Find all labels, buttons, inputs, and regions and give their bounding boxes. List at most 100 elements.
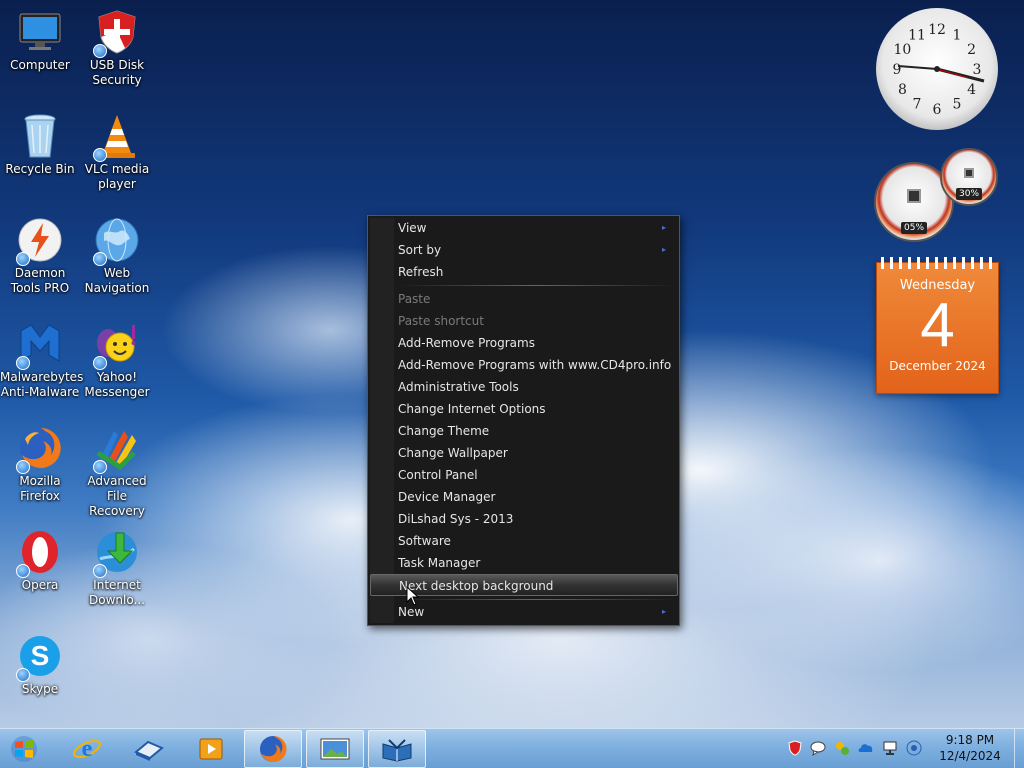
usb-security-tray-icon[interactable] xyxy=(787,740,803,756)
menu-item-paste-shortcut[interactable]: Paste shortcut xyxy=(398,310,676,332)
menu-item-control-panel[interactable]: Control Panel xyxy=(398,464,676,486)
menu-item-label: Refresh xyxy=(398,265,444,279)
clock-face-icon: 12 12 3 45678 9 1011 xyxy=(893,22,985,118)
svg-text:S: S xyxy=(31,640,50,671)
clock-numeral: 4 xyxy=(967,82,976,98)
desktop-icon-recycle-bin[interactable]: Recycle Bin xyxy=(0,106,80,206)
internet-explorer-icon: e xyxy=(73,736,101,762)
menu-item-change-wallpaper[interactable]: Change Wallpaper xyxy=(398,442,676,464)
taskbar-desktop-background[interactable] xyxy=(306,730,364,768)
messenger-tray-icon[interactable] xyxy=(810,740,826,757)
desktop-icon-vlc[interactable]: VLC media player xyxy=(77,106,157,206)
computer-icon xyxy=(16,8,64,56)
desktop-icon-label: Recycle Bin xyxy=(5,162,75,176)
submenu-arrow-icon: ▸ xyxy=(661,223,666,232)
menu-item-label: DiLshad Sys - 2013 xyxy=(398,512,514,526)
menu-item-task-manager[interactable]: Task Manager xyxy=(398,552,676,574)
menu-gutter xyxy=(370,218,394,623)
taskbar-windows-explorer[interactable] xyxy=(120,730,178,768)
menu-item-device-manager[interactable]: Device Manager xyxy=(398,486,676,508)
calendar-day: 4 xyxy=(920,291,955,360)
desktop-icon-label: Web Navigation xyxy=(84,266,150,295)
desktop-icon-malwarebytes[interactable]: Malwarebytes Anti-Malware xyxy=(0,314,84,414)
clock-numeral: 9 xyxy=(893,62,902,78)
menu-item-label: View xyxy=(398,221,427,235)
menu-item-change-theme[interactable]: Change Theme xyxy=(398,420,676,442)
menu-item-dilshad-sys[interactable]: DiLshad Sys - 2013 xyxy=(398,508,676,530)
shortcut-badge-icon xyxy=(16,252,30,266)
taskbar-time: 9:18 PM xyxy=(945,733,995,747)
menu-item-label: Change Internet Options xyxy=(398,402,546,416)
calendar-rings-icon xyxy=(881,257,994,269)
taskbar-clock[interactable]: 9:18 PM 12/4/2024 xyxy=(930,732,1010,764)
desktop-icon-label: USB Disk Security xyxy=(89,58,145,87)
onedrive-tray-icon[interactable] xyxy=(858,740,874,756)
recycle-bin-icon xyxy=(16,112,64,160)
desktop-icon-yahoo-messenger[interactable]: Yahoo! Messenger xyxy=(77,314,157,414)
clock-numeral: 8 xyxy=(898,82,907,98)
menu-item-change-internet-options[interactable]: Change Internet Options xyxy=(398,398,676,420)
desktop-icon-label: Malwarebytes Anti-Malware xyxy=(0,370,84,399)
menu-item-view[interactable]: View ▸ xyxy=(398,217,676,239)
menu-item-paste[interactable]: Paste xyxy=(398,288,676,310)
picture-icon xyxy=(320,738,350,760)
shortcut-badge-icon xyxy=(16,564,30,578)
desktop-icon-skype[interactable]: S Skype xyxy=(0,626,80,726)
mouse-pointer-icon xyxy=(406,585,420,610)
menu-item-label: Change Theme xyxy=(398,424,490,438)
cpu-meter-gadget[interactable]: 05% 30% xyxy=(874,148,1002,244)
desktop-icon-computer[interactable]: Computer xyxy=(0,2,80,102)
calendar-gadget[interactable]: Wednesday 4 December 2024 xyxy=(876,257,999,394)
clock-numeral: 10 xyxy=(893,42,911,58)
clock-gadget[interactable]: 12 1 2 3 4 5 6 7 8 9 10 11 xyxy=(876,8,998,130)
desktop-icon-advanced-file-recovery[interactable]: Advanced File Recovery xyxy=(77,418,157,518)
clock-numeral: 6 xyxy=(933,102,942,118)
taskbar-date: 12/4/2024 xyxy=(939,749,1001,763)
desktop[interactable]: Computer Recycle Bin Daemon Tools PRO Ma… xyxy=(0,0,1024,728)
desktop-icon-opera[interactable]: Opera xyxy=(0,522,80,622)
shortcut-badge-icon xyxy=(93,460,107,474)
desktop-icon-label: VLC media player xyxy=(84,162,150,191)
desktop-icon-usb-disk-security[interactable]: USB Disk Security xyxy=(77,2,157,102)
desktop-icon-internet-download[interactable]: Internet Downlo... xyxy=(77,522,157,622)
desktop-icon-daemon-tools[interactable]: Daemon Tools PRO xyxy=(0,210,80,310)
menu-item-label: Paste shortcut xyxy=(398,314,484,328)
clock-numeral: 12 xyxy=(928,22,946,38)
menu-item-label: Sort by xyxy=(398,243,442,257)
desktop-icon-label: Yahoo! Messenger xyxy=(84,370,150,399)
network-tray-icon[interactable] xyxy=(882,740,898,756)
menu-item-administrative-tools[interactable]: Administrative Tools xyxy=(398,376,676,398)
taskbar-media-player[interactable] xyxy=(182,730,240,768)
menu-item-new[interactable]: New ▸ xyxy=(398,601,676,623)
menu-item-software[interactable]: Software xyxy=(398,530,676,552)
menu-item-add-remove-programs[interactable]: Add-Remove Programs xyxy=(398,332,676,354)
daemon-tools-icon xyxy=(16,216,64,266)
menu-separator xyxy=(398,599,676,600)
desktop-icon-label: Mozilla Firefox xyxy=(19,474,61,503)
memory-chip-icon xyxy=(964,167,974,178)
desktop-icon-label: Skype xyxy=(21,682,59,696)
submenu-arrow-icon: ▸ xyxy=(661,607,666,616)
taskbar-reader[interactable] xyxy=(368,730,426,768)
desktop-icon-web-navigation[interactable]: Web Navigation xyxy=(77,210,157,310)
desktop-icon-firefox[interactable]: Mozilla Firefox xyxy=(0,418,80,518)
menu-item-label: Add-Remove Programs with www.CD4pro.info xyxy=(398,358,672,372)
shortcut-badge-icon xyxy=(16,460,30,474)
volume-tray-icon[interactable] xyxy=(906,740,922,756)
menu-item-refresh[interactable]: Refresh xyxy=(398,261,676,283)
taskbar-internet-explorer[interactable]: e xyxy=(58,730,116,768)
firefox-icon xyxy=(259,735,287,763)
clock-numeral: 1 xyxy=(953,27,962,43)
shortcut-badge-icon xyxy=(16,668,30,682)
menu-item-label: Device Manager xyxy=(398,490,496,504)
taskbar-firefox[interactable] xyxy=(244,730,302,768)
download-globe-icon xyxy=(93,528,141,578)
menu-item-add-remove-programs-cd4pro[interactable]: Add-Remove Programs with www.CD4pro.info xyxy=(398,354,676,376)
menu-item-sort-by[interactable]: Sort by ▸ xyxy=(398,239,676,261)
shortcut-badge-icon xyxy=(93,44,107,58)
desktop-icon-label: Opera xyxy=(21,578,59,592)
menu-item-label: Next desktop background xyxy=(399,579,554,593)
settings-tray-icon[interactable] xyxy=(834,740,850,756)
show-desktop-button[interactable] xyxy=(1014,729,1024,768)
start-button[interactable] xyxy=(4,733,44,765)
